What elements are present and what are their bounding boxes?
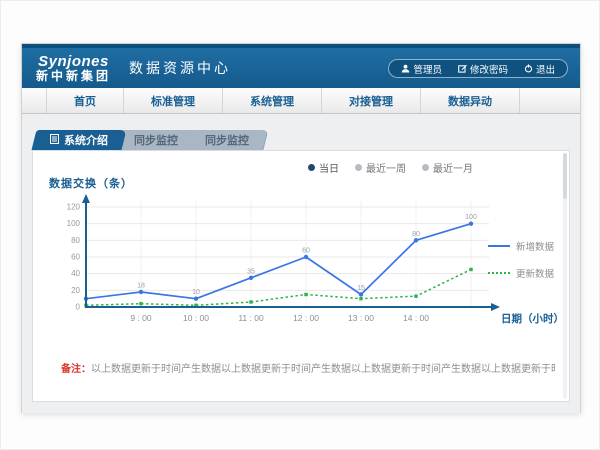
tab-label: 系统介绍 [64, 132, 108, 148]
svg-text:100: 100 [67, 219, 81, 228]
radio-label: 最近一周 [366, 160, 406, 175]
tab-label: 同步监控 [134, 132, 178, 148]
footnote-label: 备注： [61, 364, 91, 375]
svg-text:10 : 00: 10 : 00 [183, 313, 209, 323]
svg-text:60: 60 [71, 253, 80, 262]
nav-item-system-mgmt[interactable]: 系统管理 [223, 88, 322, 113]
nav-item-home[interactable]: 首页 [46, 88, 124, 113]
nav-item-data-change[interactable]: 数据异动 [421, 88, 520, 113]
logo-english-text: Synjones [38, 54, 109, 70]
svg-text:100: 100 [465, 214, 477, 221]
logout-button[interactable]: 退出 [516, 62, 563, 76]
company-logo: Synjones 新中新集团 [36, 54, 111, 82]
change-password-label: 修改密码 [470, 62, 508, 76]
main-nav: 首页 标准管理 系统管理 对接管理 数据异动 [22, 88, 580, 114]
legend-item-updated-data[interactable]: 更新数据 [488, 266, 564, 280]
app-window: Synjones 新中新集团 数据资源中心 管理员 修改密码 [21, 43, 581, 413]
panel-scrollbar[interactable] [563, 153, 567, 399]
tab-system-intro[interactable]: 系统介绍 [32, 130, 127, 150]
power-icon [524, 64, 533, 73]
time-range-radio-group: 当日 最近一周 最近一月 [308, 160, 473, 175]
svg-text:15: 15 [357, 285, 365, 292]
line-chart: 0 20 40 60 80 100 120 9 : 00 10 : 00 11 : 00 12 : … [41, 187, 521, 337]
solid-line-icon [488, 245, 510, 247]
current-user-label: 管理员 [413, 62, 442, 76]
radio-today[interactable]: 当日 [308, 160, 339, 175]
svg-text:9 : 00: 9 : 00 [130, 313, 152, 323]
radio-last-week[interactable]: 最近一周 [355, 160, 406, 175]
tab-label: 同步监控 [205, 132, 249, 148]
radio-icon [355, 164, 362, 171]
legend-item-new-data[interactable]: 新增数据 [488, 239, 564, 253]
footnote: 备注：以上数据更新于时间产生数据以上数据更新于时间产生数据以上数据更新于时间产生… [61, 360, 555, 375]
user-icon [401, 64, 410, 73]
x-axis-title: 日期（小时） [501, 311, 564, 326]
svg-text:11 : 00: 11 : 00 [238, 313, 264, 323]
svg-text:18: 18 [137, 283, 145, 290]
radio-label: 当日 [319, 160, 339, 175]
svg-text:14 : 00: 14 : 00 [403, 313, 429, 323]
radio-icon [422, 164, 429, 171]
svg-text:80: 80 [71, 236, 80, 245]
content-area: 系统介绍 同步监控 同步监控 当日 [22, 114, 580, 413]
radio-icon [308, 164, 315, 171]
svg-text:80: 80 [412, 231, 420, 238]
edit-icon [458, 64, 467, 73]
dotted-line-icon [488, 272, 510, 274]
footnote-text: 以上数据更新于时间产生数据以上数据更新于时间产生数据以上数据更新于时间产生数据以… [91, 364, 555, 375]
current-user-button[interactable]: 管理员 [393, 62, 450, 76]
svg-text:40: 40 [71, 269, 80, 278]
nav-item-standard-mgmt[interactable]: 标准管理 [124, 88, 223, 113]
user-toolbar: 管理员 修改密码 退出 [388, 59, 568, 78]
change-password-button[interactable]: 修改密码 [450, 62, 516, 76]
radio-label: 最近一月 [433, 160, 473, 175]
chart-panel: 当日 最近一周 最近一月 数据交换（条） 0204060801001209 : … [32, 150, 570, 402]
svg-text:0: 0 [76, 303, 81, 312]
nav-item-interface-mgmt[interactable]: 对接管理 [322, 88, 421, 113]
scrollbar-thumb[interactable] [563, 153, 567, 199]
svg-text:10: 10 [192, 289, 200, 296]
svg-text:120: 120 [67, 203, 81, 212]
svg-text:20: 20 [71, 286, 80, 295]
chart-legend: 新增数据 更新数据 [488, 239, 564, 293]
logo-chinese-text: 新中新集团 [36, 70, 111, 83]
tab-bar: 系统介绍 同步监控 同步监控 [34, 130, 260, 150]
svg-text:60: 60 [302, 248, 310, 255]
document-icon [50, 134, 59, 147]
page: Synjones 新中新集团 数据资源中心 管理员 修改密码 [0, 0, 600, 450]
page-title: 数据资源中心 [129, 58, 231, 78]
radio-last-month[interactable]: 最近一月 [422, 160, 473, 175]
app-header: Synjones 新中新集团 数据资源中心 管理员 修改密码 [22, 48, 580, 88]
svg-text:13 : 00: 13 : 00 [348, 313, 374, 323]
legend-label: 更新数据 [516, 266, 554, 280]
svg-text:12 : 00: 12 : 00 [293, 313, 319, 323]
logout-label: 退出 [536, 62, 555, 76]
legend-label: 新增数据 [516, 239, 554, 253]
svg-text:35: 35 [247, 268, 255, 275]
tab-sync-monitor-2[interactable]: 同步监控 [187, 130, 269, 150]
tab-sync-monitor-1[interactable]: 同步监控 [116, 130, 198, 150]
